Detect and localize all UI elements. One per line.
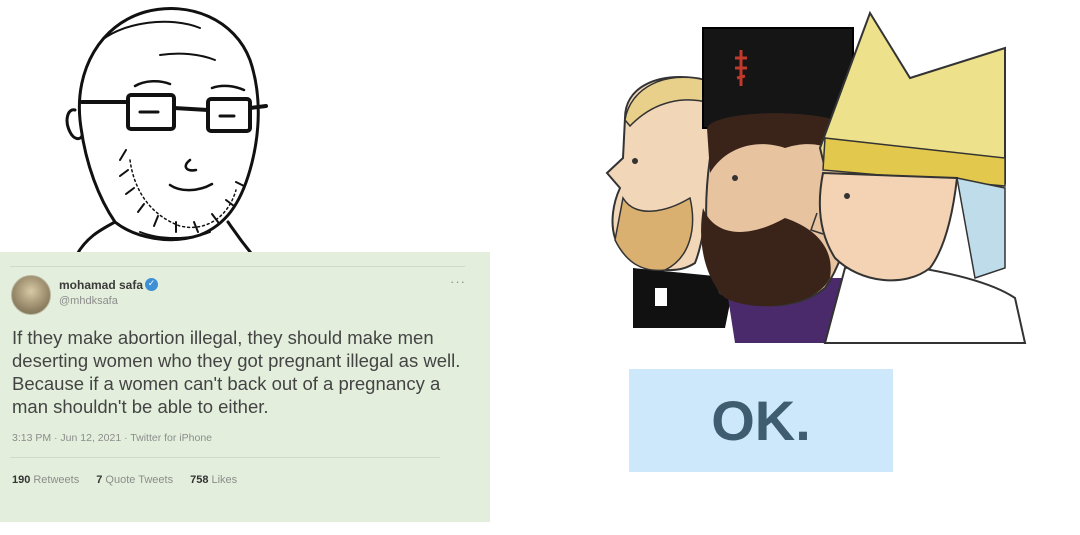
avatar[interactable] (11, 275, 51, 315)
retweets-label: Retweets (33, 474, 80, 486)
likes-stat[interactable]: 758 Likes (190, 474, 237, 486)
quote-tweets-label: Quote Tweets (105, 474, 174, 486)
likes-label: Likes (211, 474, 238, 486)
tweet-author-name[interactable]: mohamad safa (59, 278, 143, 292)
divider (10, 457, 440, 458)
quote-tweets-stat[interactable]: 7 Quote Tweets (96, 474, 173, 486)
tweet-timestamp[interactable]: 3:13 PM · Jun 12, 2021 · Twitter for iPh… (12, 432, 212, 444)
verified-badge-icon: ✓ (145, 278, 158, 291)
tweet-text-line: deserting women who they got pregnant il… (12, 350, 461, 371)
tweet-text-line: Because if a women can't back out of a p… (12, 373, 441, 394)
ok-reply-box: OK. (629, 369, 893, 472)
more-options-icon[interactable]: ··· (450, 274, 466, 289)
retweets-stat[interactable]: 190 Retweets (12, 474, 79, 486)
quote-tweets-count: 7 (96, 474, 103, 486)
tweet-text: If they make abortion illegal, they shou… (12, 326, 482, 418)
tweet-stats: 190 Retweets 7 Quote Tweets 758 Likes (12, 474, 251, 486)
ok-reply-text: OK. (711, 389, 811, 452)
tweet-author-handle[interactable]: @mhdksafa (59, 295, 118, 307)
divider (10, 266, 465, 267)
likes-count: 758 (190, 474, 209, 486)
tweet-text-line: If they make abortion illegal, they shou… (12, 327, 434, 348)
tweet-text-line: man shouldn't be able to either. (12, 396, 269, 417)
retweets-count: 190 (12, 474, 31, 486)
three-clergymen-drawing (605, 10, 1027, 344)
wojak-drawing (65, 7, 268, 258)
tweet-card: mohamad safa ✓ @mhdksafa ··· If they mak… (0, 252, 490, 522)
